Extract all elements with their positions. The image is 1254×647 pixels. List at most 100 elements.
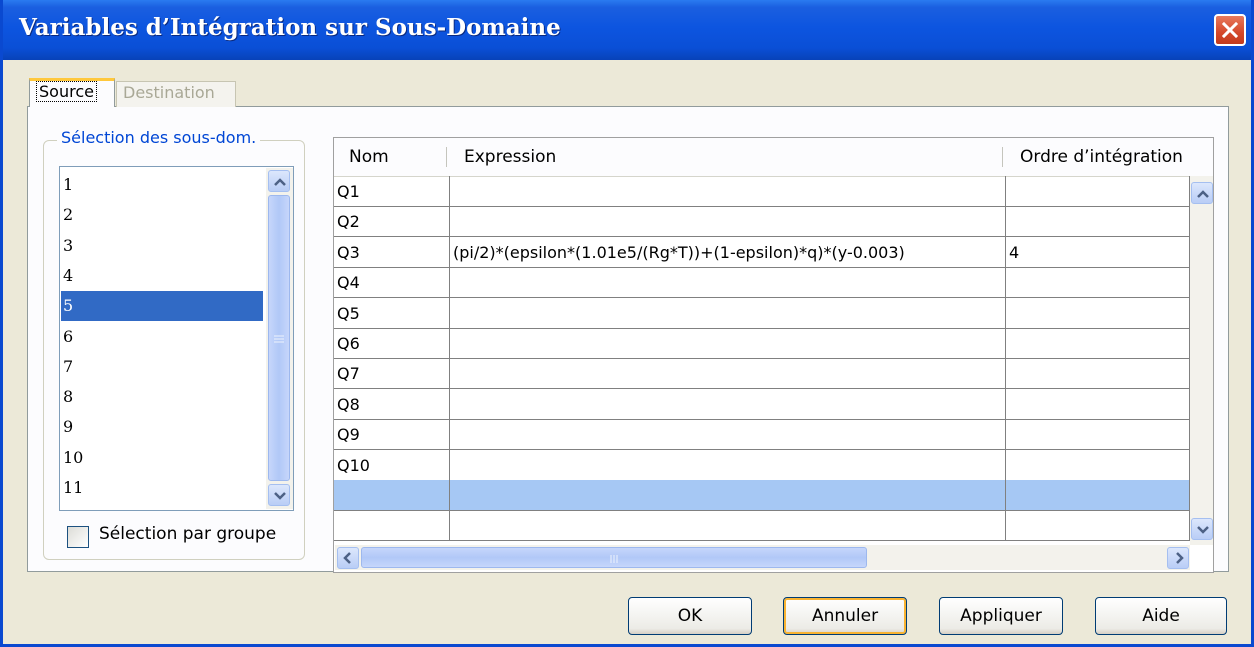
table-cell-expression[interactable]	[450, 358, 1006, 390]
table-row[interactable]: Q10	[334, 449, 1190, 481]
list-vertical-scrollbar[interactable]	[266, 168, 293, 509]
close-icon	[1222, 22, 1238, 38]
table-row[interactable]: Q8	[334, 388, 1190, 420]
subdomain-list-item[interactable]: 9	[61, 412, 263, 442]
table-cell-expression[interactable]	[450, 176, 1006, 207]
table-cell-expression[interactable]	[450, 419, 1006, 451]
subdomain-list-item[interactable]: 4	[61, 261, 263, 291]
subdomain-list-item[interactable]: 7	[61, 352, 263, 382]
tab-source[interactable]: Source	[29, 78, 115, 107]
table-cell-order[interactable]	[1006, 388, 1190, 420]
table-cell-order[interactable]	[1006, 206, 1190, 238]
table-cell-expression[interactable]	[450, 449, 1006, 481]
table-cell-order[interactable]	[1006, 267, 1190, 299]
subdomain-listbox[interactable]: 1 2 3 4 5 6 7 8 9 10 11	[59, 166, 294, 511]
table-cell-name[interactable]: Q7	[334, 358, 450, 390]
subdomain-list-item[interactable]: 6	[61, 322, 263, 352]
table-cell-name[interactable]	[334, 510, 450, 542]
chevron-down-icon	[274, 492, 286, 500]
table-cell-order[interactable]	[1006, 419, 1190, 451]
help-button[interactable]: Aide	[1095, 597, 1227, 635]
table-header: Nom Expression Ordre d’intégration	[334, 138, 1213, 177]
table-scroll-down-button[interactable]	[1191, 518, 1213, 540]
table-cell-order[interactable]: 4	[1006, 236, 1190, 268]
table-horizontal-scroll-thumb[interactable]	[361, 547, 867, 568]
chevron-down-icon	[1197, 526, 1209, 534]
list-scroll-up-button[interactable]	[268, 170, 290, 192]
table-row[interactable]: Q4	[334, 267, 1190, 299]
table-cell-expression[interactable]	[450, 328, 1006, 359]
subdomain-list-item[interactable]: 8	[61, 382, 263, 412]
tab-destination[interactable]: Destination	[116, 81, 236, 107]
subdomain-list-item[interactable]: 3	[61, 231, 263, 261]
table-cell-order[interactable]	[1006, 449, 1190, 481]
chevron-up-icon	[274, 178, 286, 186]
table-cell-name[interactable]: Q1	[334, 176, 450, 207]
column-divider[interactable]	[446, 147, 447, 167]
table-cell-name[interactable]: Q5	[334, 297, 450, 329]
chevron-right-icon	[1176, 552, 1184, 564]
subdomain-list-item[interactable]: 1	[61, 170, 263, 200]
table-row[interactable]	[334, 510, 1190, 542]
group-selection-checkbox[interactable]	[67, 526, 89, 548]
table-row[interactable]: Q9	[334, 419, 1190, 451]
table-cell-order[interactable]	[1006, 328, 1190, 359]
table-cell-name[interactable]: Q9	[334, 419, 450, 451]
apply-button[interactable]: Appliquer	[939, 597, 1063, 635]
table-cell-expression[interactable]	[450, 297, 1006, 329]
subdomain-list-item[interactable]: 2	[61, 200, 263, 230]
table-vertical-scrollbar[interactable]	[1190, 176, 1213, 545]
table-cell-name[interactable]: Q10	[334, 449, 450, 481]
grip-icon	[610, 555, 618, 563]
table-cell-expression[interactable]	[450, 510, 1006, 542]
chevron-left-icon	[343, 552, 351, 564]
table-cell-name[interactable]: Q4	[334, 267, 450, 299]
subdomain-list-item[interactable]: 5	[61, 291, 263, 322]
table-row[interactable]: Q6	[334, 328, 1190, 359]
ok-button[interactable]: OK	[628, 597, 752, 635]
table-row[interactable]: Q3 (pi/2)*(epsilon*(1.01e5/(Rg*T))+(1-eps…	[334, 236, 1190, 268]
table-cell-name[interactable]: Q6	[334, 328, 450, 359]
column-header-name[interactable]: Nom	[349, 138, 439, 176]
close-button[interactable]	[1214, 14, 1246, 46]
chevron-up-icon	[1197, 190, 1209, 198]
integration-variables-table: Nom Expression Ordre d’intégration Q1 Q2 Q…	[333, 137, 1214, 573]
list-scroll-down-button[interactable]	[268, 484, 290, 506]
table-row[interactable]: Q1	[334, 176, 1190, 207]
table-row[interactable]	[334, 480, 1190, 511]
table-cell-order[interactable]	[1006, 176, 1190, 207]
table-cell-expression[interactable]: (pi/2)*(epsilon*(1.01e5/(Rg*T))+(1-epsil…	[450, 236, 1006, 268]
cancel-button[interactable]: Annuler	[783, 597, 907, 635]
dialog-window: Variables d’Intégration sur Sous-Domaine…	[0, 0, 1254, 647]
subdomain-group-title: Sélection des sous-dom.	[57, 128, 261, 147]
table-cell-expression[interactable]	[450, 480, 1006, 511]
table-cell-name[interactable]	[334, 480, 450, 511]
table-row[interactable]: Q7	[334, 358, 1190, 390]
window-title: Variables d’Intégration sur Sous-Domaine	[19, 14, 561, 41]
table-scroll-left-button[interactable]	[337, 547, 359, 569]
column-header-expression[interactable]: Expression	[464, 138, 964, 176]
table-cell-expression[interactable]	[450, 267, 1006, 299]
table-cell-expression[interactable]	[450, 388, 1006, 420]
column-divider[interactable]	[1002, 147, 1003, 167]
table-cell-name[interactable]: Q2	[334, 206, 450, 238]
subdomain-list-item[interactable]: 10	[61, 443, 263, 473]
table-scroll-right-button[interactable]	[1167, 547, 1189, 569]
table-horizontal-scrollbar[interactable]	[335, 545, 1190, 570]
title-bar[interactable]: Variables d’Intégration sur Sous-Domaine	[3, 0, 1251, 60]
group-selection-label: Sélection par groupe	[99, 524, 277, 544]
table-cell-name[interactable]: Q8	[334, 388, 450, 420]
grip-icon	[274, 335, 284, 343]
table-scroll-up-button[interactable]	[1191, 182, 1213, 204]
table-cell-order[interactable]	[1006, 510, 1190, 542]
table-cell-order[interactable]	[1006, 358, 1190, 390]
table-cell-order[interactable]	[1006, 297, 1190, 329]
table-row[interactable]: Q2	[334, 206, 1190, 238]
table-cell-order[interactable]	[1006, 480, 1190, 511]
list-scroll-thumb[interactable]	[268, 195, 290, 481]
column-header-order[interactable]: Ordre d’intégration	[1020, 138, 1213, 176]
table-cell-expression[interactable]	[450, 206, 1006, 238]
subdomain-list-item[interactable]: 11	[61, 473, 263, 503]
table-cell-name[interactable]: Q3	[334, 236, 450, 268]
table-row[interactable]: Q5	[334, 297, 1190, 329]
